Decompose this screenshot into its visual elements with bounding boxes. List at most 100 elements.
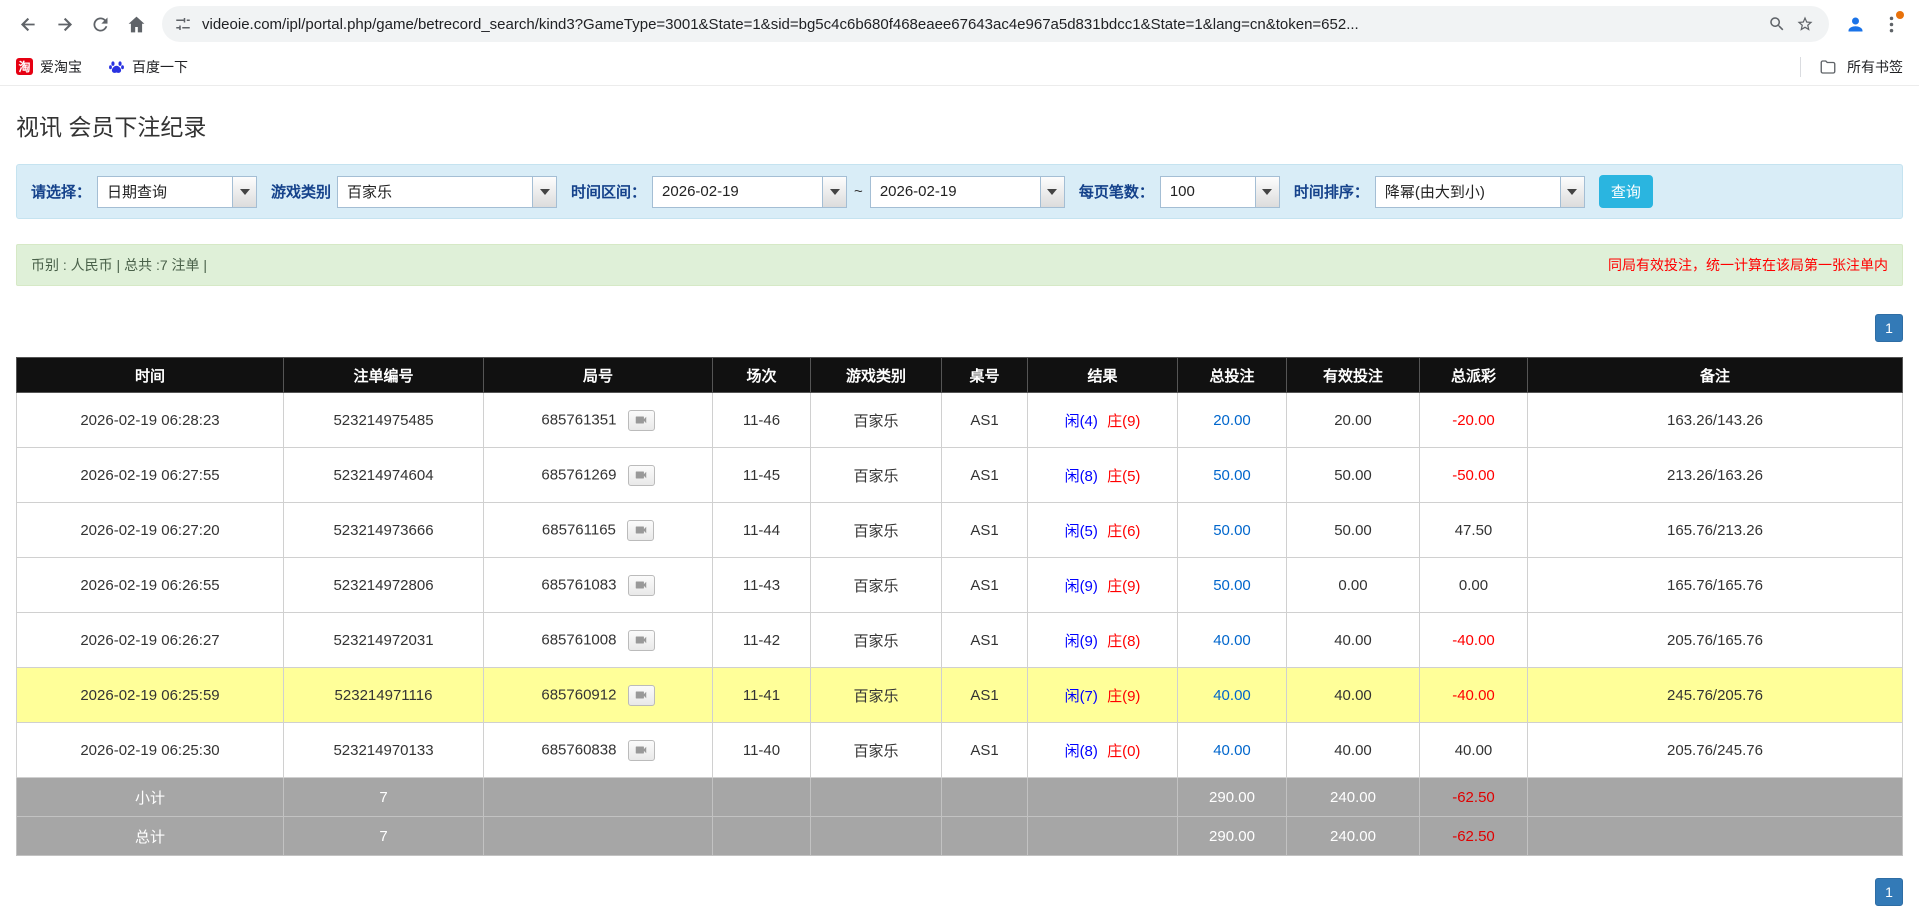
camera-icon xyxy=(634,743,648,757)
round-id-value: 685761351 xyxy=(541,411,616,428)
round-id-value: 685761269 xyxy=(541,466,616,483)
result-banker: 庄(9) xyxy=(1107,688,1140,705)
forward-button[interactable] xyxy=(46,6,82,42)
query-button[interactable]: 查询 xyxy=(1599,175,1653,208)
profile-button[interactable] xyxy=(1837,6,1873,42)
query-type-dropdown[interactable]: 日期查询 xyxy=(97,176,257,208)
cell-note: 205.76/245.76 xyxy=(1528,723,1903,778)
empty-cell xyxy=(1028,817,1178,856)
cell-total-bet[interactable]: 50.00 xyxy=(1178,503,1287,558)
cell-bet-id: 523214974604 xyxy=(284,448,484,503)
table-row: 2026-02-19 06:27:55 523214974604 6857612… xyxy=(17,448,1903,503)
chevron-down-icon[interactable] xyxy=(822,177,846,207)
page-button-1[interactable]: 1 xyxy=(1875,314,1903,342)
zoom-button[interactable] xyxy=(1763,10,1791,38)
cell-game-type: 百家乐 xyxy=(811,558,942,613)
reload-button[interactable] xyxy=(82,6,118,42)
chevron-down-icon[interactable] xyxy=(1255,177,1279,207)
table-header-row: 时间 注单编号 局号 场次 游戏类别 桌号 结果 总投注 有效投注 总派彩 备注 xyxy=(17,358,1903,393)
sort-dropdown[interactable]: 降幂(由大到小) xyxy=(1375,176,1585,208)
cell-total-bet[interactable]: 40.00 xyxy=(1178,613,1287,668)
empty-cell xyxy=(1028,778,1178,817)
cell-result: 闲(7) 庄(9) xyxy=(1028,668,1178,723)
cell-table-no: AS1 xyxy=(942,723,1028,778)
cell-valid-bet: 40.00 xyxy=(1287,723,1420,778)
back-button[interactable] xyxy=(10,6,46,42)
header-note: 备注 xyxy=(1528,358,1903,393)
cell-bet-id: 523214971116 xyxy=(284,668,484,723)
page-size-dropdown[interactable]: 100 xyxy=(1160,176,1280,208)
empty-cell xyxy=(713,817,811,856)
cell-total-bet[interactable]: 50.00 xyxy=(1178,448,1287,503)
cell-total-bet[interactable]: 50.00 xyxy=(1178,558,1287,613)
cell-table-no: AS1 xyxy=(942,393,1028,448)
page-title: 视讯 会员下注纪录 xyxy=(16,108,1903,142)
currency-summary: 币别 : 人民币 | 总共 :7 注单 | xyxy=(31,255,207,275)
cell-note: 163.26/143.26 xyxy=(1528,393,1903,448)
url-text[interactable]: videoie.com/ipl/portal.php/game/betrecor… xyxy=(202,16,1753,33)
profile-icon xyxy=(1845,14,1866,35)
result-player: 闲(9) xyxy=(1065,578,1098,595)
subtotal-valid-bet: 240.00 xyxy=(1287,778,1420,817)
chevron-down-icon[interactable] xyxy=(232,177,256,207)
cell-game-type: 百家乐 xyxy=(811,613,942,668)
game-type-dropdown[interactable]: 百家乐 xyxy=(337,176,557,208)
cell-total-bet[interactable]: 40.00 xyxy=(1178,723,1287,778)
all-bookmarks-button[interactable]: 所有书签 xyxy=(1800,57,1903,77)
date-from-dropdown[interactable]: 2026-02-19 xyxy=(652,176,847,208)
header-table-no: 桌号 xyxy=(942,358,1028,393)
header-total-bet: 总投注 xyxy=(1178,358,1287,393)
browser-menu-button[interactable] xyxy=(1873,6,1909,42)
address-bar[interactable]: videoie.com/ipl/portal.php/game/betrecor… xyxy=(162,6,1829,42)
page-button-1[interactable]: 1 xyxy=(1875,878,1903,906)
chevron-down-icon[interactable] xyxy=(1040,177,1064,207)
date-to-dropdown[interactable]: 2026-02-19 xyxy=(870,176,1065,208)
cell-time: 2026-02-19 06:25:30 xyxy=(17,723,284,778)
chevron-down-icon[interactable] xyxy=(532,177,556,207)
cell-round-id: 685761351 xyxy=(484,393,713,448)
round-id-value: 685761083 xyxy=(541,576,616,593)
folder-icon xyxy=(1819,58,1837,76)
result-player: 闲(8) xyxy=(1065,743,1098,760)
video-replay-button[interactable] xyxy=(628,465,655,486)
video-replay-button[interactable] xyxy=(628,575,655,596)
cell-note: 165.76/213.26 xyxy=(1528,503,1903,558)
cell-result: 闲(8) 庄(5) xyxy=(1028,448,1178,503)
game-type-label: 游戏类别 xyxy=(271,181,331,202)
video-replay-button[interactable] xyxy=(627,520,654,541)
cell-round-id: 685760912 xyxy=(484,668,713,723)
cell-payout: -40.00 xyxy=(1420,668,1528,723)
result-banker: 庄(6) xyxy=(1107,523,1140,540)
bet-records-table: 时间 注单编号 局号 场次 游戏类别 桌号 结果 总投注 有效投注 总派彩 备注… xyxy=(16,357,1903,856)
chevron-down-icon[interactable] xyxy=(1560,177,1584,207)
header-round-id: 局号 xyxy=(484,358,713,393)
cell-session: 11-46 xyxy=(713,393,811,448)
total-count: 7 xyxy=(284,817,484,856)
video-replay-button[interactable] xyxy=(628,410,655,431)
home-button[interactable] xyxy=(118,6,154,42)
site-info-icon[interactable] xyxy=(174,15,192,33)
bookmark-star-button[interactable] xyxy=(1791,10,1819,38)
video-replay-button[interactable] xyxy=(628,740,655,761)
sort-label: 时间排序： xyxy=(1294,181,1369,202)
camera-icon xyxy=(634,688,648,702)
bookmark-taobao[interactable]: 淘 爱淘宝 xyxy=(16,57,82,77)
cell-payout: 40.00 xyxy=(1420,723,1528,778)
summary-bar: 币别 : 人民币 | 总共 :7 注单 | 同局有效投注，统一计算在该局第一张注… xyxy=(16,244,1903,286)
bookmark-baidu[interactable]: 百度一下 xyxy=(108,57,188,77)
header-session: 场次 xyxy=(713,358,811,393)
video-replay-button[interactable] xyxy=(628,685,655,706)
header-result: 结果 xyxy=(1028,358,1178,393)
empty-cell xyxy=(1528,817,1903,856)
round-id-value: 685761165 xyxy=(542,521,616,538)
cell-total-bet[interactable]: 20.00 xyxy=(1178,393,1287,448)
all-bookmarks-label: 所有书签 xyxy=(1847,57,1903,77)
cell-total-bet[interactable]: 40.00 xyxy=(1178,668,1287,723)
empty-cell xyxy=(484,778,713,817)
page-size-label: 每页笔数： xyxy=(1079,181,1154,202)
bookmarks-bar: 淘 爱淘宝 百度一下 所有书签 xyxy=(0,48,1919,86)
result-player: 闲(5) xyxy=(1065,523,1098,540)
video-replay-button[interactable] xyxy=(628,630,655,651)
total-payout: -62.50 xyxy=(1420,817,1528,856)
cell-bet-id: 523214970133 xyxy=(284,723,484,778)
